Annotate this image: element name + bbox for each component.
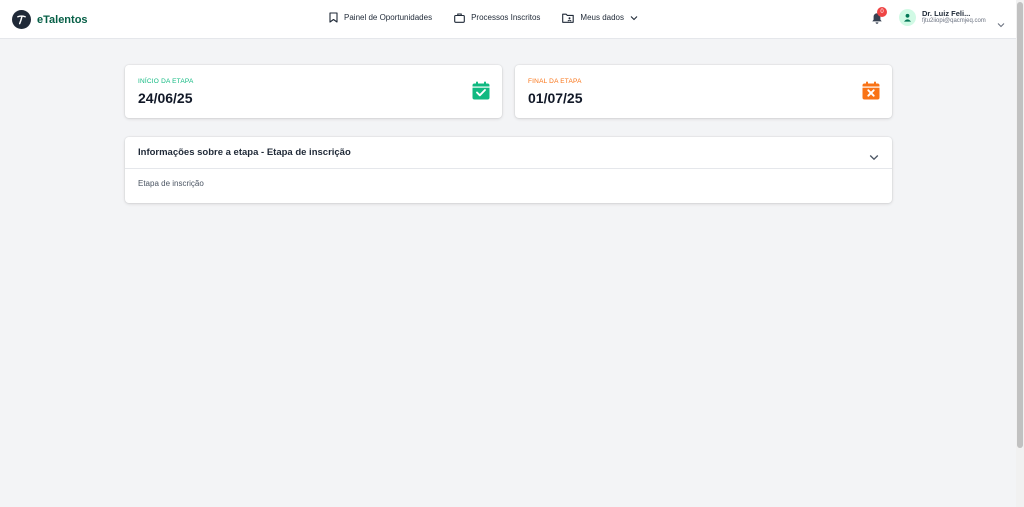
stage-start-label: INÍCIO DA ETAPA (138, 78, 194, 85)
stage-start-card: INÍCIO DA ETAPA 24/06/25 (125, 65, 502, 118)
nav-item-painel-oportunidades[interactable]: Painel de Oportunidades (329, 12, 432, 23)
brand-name: eTalentos (37, 13, 88, 26)
user-icon (903, 9, 912, 27)
avatar (899, 9, 916, 26)
main-nav: Painel de Oportunidades Processos Inscri… (329, 12, 638, 23)
stage-end-date: 01/07/25 (528, 90, 583, 106)
stage-end-label: FINAL DA ETAPA (528, 78, 582, 85)
stage-info-accordion: Informações sobre a etapa - Etapa de ins… (125, 137, 892, 203)
nav-item-label: Painel de Oportunidades (344, 13, 433, 22)
user-menu-button[interactable]: Dr. Luiz Feli... fjtu2iiopi@qacmjeq.com (899, 9, 986, 26)
stage-info-accordion-header[interactable]: Informações sobre a etapa - Etapa de ins… (125, 137, 892, 169)
brand-logo-link[interactable]: eTalentos (12, 10, 88, 29)
user-info: Dr. Luiz Feli... fjtu2iiopi@qacmjeq.com (922, 8, 986, 26)
nav-item-processos-inscritos[interactable]: Processos Inscritos (454, 12, 541, 23)
nav-item-label: Processos Inscritos (471, 13, 541, 22)
page-scrollbar[interactable] (1016, 0, 1024, 507)
user-name: Dr. Luiz Feli... (922, 8, 971, 18)
nav-item-label: Meus dados (580, 13, 625, 22)
top-navigation-bar: eTalentos Painel de Oportunidades Proces… (0, 0, 1016, 39)
stage-info-title: Informações sobre a etapa - Etapa de ins… (138, 147, 351, 158)
nav-item-meus-dados[interactable]: Meus dados (562, 13, 638, 23)
user-email: fjtu2iiopi@qacmjeq.com (922, 18, 986, 25)
folder-user-icon (562, 13, 575, 23)
chevron-down-icon[interactable] (997, 15, 1005, 33)
calendar-x-icon (862, 81, 880, 105)
briefcase-icon (454, 12, 465, 23)
chevron-down-icon (630, 15, 638, 21)
brand-logo-icon (12, 10, 31, 29)
bookmark-icon (329, 12, 338, 23)
stage-info-body: Etapa de inscrição (138, 179, 204, 188)
scrollbar-thumb[interactable] (1017, 2, 1023, 448)
notification-count-badge: 0 (877, 7, 887, 17)
stage-start-date: 24/06/25 (138, 90, 193, 106)
stage-end-card: FINAL DA ETAPA 01/07/25 (515, 65, 892, 118)
calendar-check-icon (472, 81, 490, 105)
chevron-down-icon[interactable] (869, 148, 879, 166)
